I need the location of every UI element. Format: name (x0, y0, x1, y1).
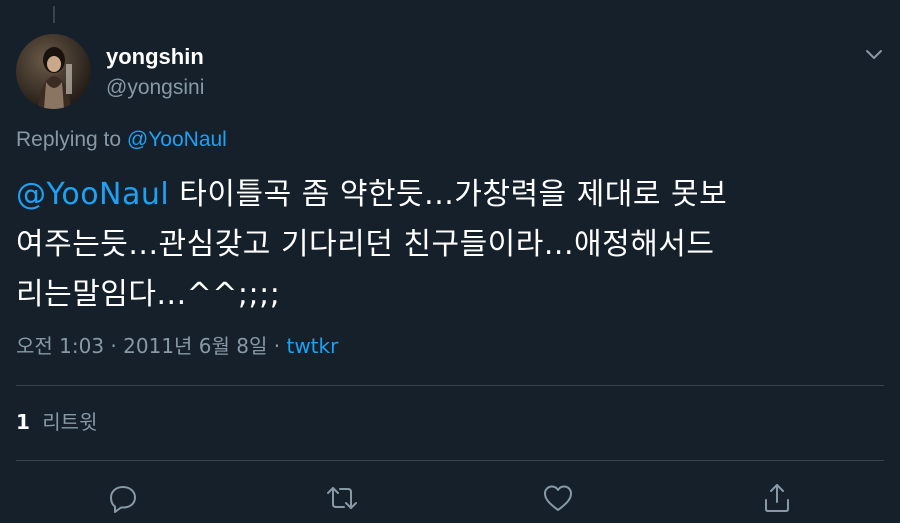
divider (16, 460, 884, 461)
mention-link[interactable]: @YooNaul (16, 177, 169, 212)
replying-to-link[interactable]: @YooNaul (127, 128, 227, 151)
tweet-text-line-2: 여주는듯...관심갖고 기다리던 친구들이라...애정해서드 (16, 227, 715, 262)
chevron-down-icon[interactable] (860, 40, 888, 68)
retweet-label: 리트윗 (42, 410, 98, 434)
tweet-text: @YooNaul 타이틀곡 좀 약한듯...가창력을 제대로 못보 여주는듯..… (16, 170, 886, 320)
tweet-text-line-3: 리는말임다...^^;;;; (16, 277, 281, 312)
heart-icon (544, 485, 572, 511)
retweet-stats[interactable]: 1 리트윗 (16, 406, 97, 435)
replying-to-label: Replying to (16, 128, 122, 151)
thread-connector-line (53, 6, 55, 23)
share-button[interactable] (760, 481, 794, 515)
divider (16, 385, 884, 386)
replying-to: Replying to @YooNaul (16, 128, 227, 152)
source-link[interactable]: twtkr (286, 334, 338, 358)
retweet-icon (327, 487, 357, 509)
like-button[interactable] (541, 481, 575, 515)
tweet-text-line-1: @YooNaul 타이틀곡 좀 약한듯...가창력을 제대로 못보 (16, 170, 886, 220)
timestamp[interactable]: 오전 1:03 · 2011년 6월 8일 · (16, 334, 280, 358)
display-name[interactable]: yongshin (106, 44, 204, 70)
reply-button[interactable] (106, 481, 140, 515)
user-handle[interactable]: @yongsini (106, 76, 204, 100)
reply-icon (110, 486, 136, 513)
share-icon (765, 484, 789, 512)
avatar-image (16, 34, 91, 109)
tweet-meta: 오전 1:03 · 2011년 6월 8일 · twtkr (16, 330, 338, 359)
tweet-text-line-1-rest: 타이틀곡 좀 약한듯...가창력을 제대로 못보 (179, 177, 728, 212)
retweet-button[interactable] (325, 481, 359, 515)
avatar[interactable] (16, 34, 91, 109)
retweet-count: 1 (16, 410, 30, 434)
